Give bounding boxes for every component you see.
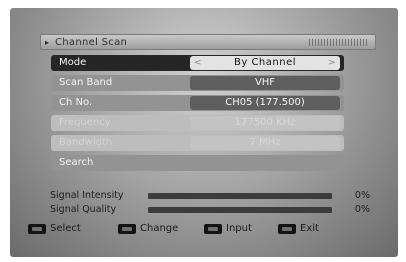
legend-input-label: Input <box>226 223 252 234</box>
arrow-left-icon[interactable]: < <box>194 56 202 70</box>
legend-select-label: Select <box>50 223 81 234</box>
left-right-key-icon <box>118 224 136 234</box>
menu-key-icon <box>278 224 296 234</box>
page-title: Channel Scan <box>55 37 128 48</box>
title-bar: ▸ Channel Scan <box>40 34 376 50</box>
legend-exit-label: Exit <box>300 223 319 234</box>
disabled-row-1-label: Frequency <box>59 117 111 128</box>
menu-row-disabled-2: Bandwidth 7 MHz <box>51 135 344 151</box>
menu-row-mode[interactable]: Mode < By Channel > <box>51 55 344 71</box>
signal-quality-value: 0% <box>354 204 370 215</box>
signal-intensity: Signal Intensity 0% <box>50 190 370 202</box>
disabled-row-2-label: Bandwidth <box>59 137 113 148</box>
search-button[interactable]: Search <box>51 155 344 171</box>
signal-quality-bar <box>148 207 332 213</box>
search-label: Search <box>59 157 94 168</box>
mode-value[interactable]: < By Channel > <box>190 56 340 70</box>
signal-intensity-label: Signal Intensity <box>50 190 124 201</box>
menu-row-ch-no[interactable]: Ch No. CH05 (177.500) <box>51 95 344 111</box>
title-marker-icon: ▸ <box>45 38 50 47</box>
menu-row-disabled-1: Frequency 177500 KHz <box>51 115 344 131</box>
number-key-icon <box>204 224 222 234</box>
disabled-row-1-value: 177500 KHz <box>190 116 340 130</box>
signal-quality-label: Signal Quality <box>50 204 117 215</box>
title-hatch-decoration <box>309 39 369 46</box>
mode-value-text: By Channel <box>233 57 296 68</box>
legend-change-label: Change <box>140 223 179 234</box>
scan-band-label: Scan Band <box>59 77 113 88</box>
arrow-right-icon[interactable]: > <box>328 56 336 70</box>
mode-label: Mode <box>59 57 87 68</box>
scan-band-value[interactable]: VHF <box>190 76 340 90</box>
ch-no-label: Ch No. <box>59 97 93 108</box>
key-legend: Select Change Input Exit <box>20 222 370 236</box>
tv-screen: ▸ Channel Scan Mode < By Channel > Scan … <box>10 8 398 257</box>
ch-no-value[interactable]: CH05 (177.500) <box>190 96 340 110</box>
signal-intensity-value: 0% <box>354 190 370 201</box>
disabled-row-2-value: 7 MHz <box>190 136 340 150</box>
signal-quality: Signal Quality 0% <box>50 204 370 216</box>
menu-row-scan-band[interactable]: Scan Band VHF <box>51 75 344 91</box>
up-down-key-icon <box>28 224 46 234</box>
signal-intensity-bar <box>148 193 332 199</box>
